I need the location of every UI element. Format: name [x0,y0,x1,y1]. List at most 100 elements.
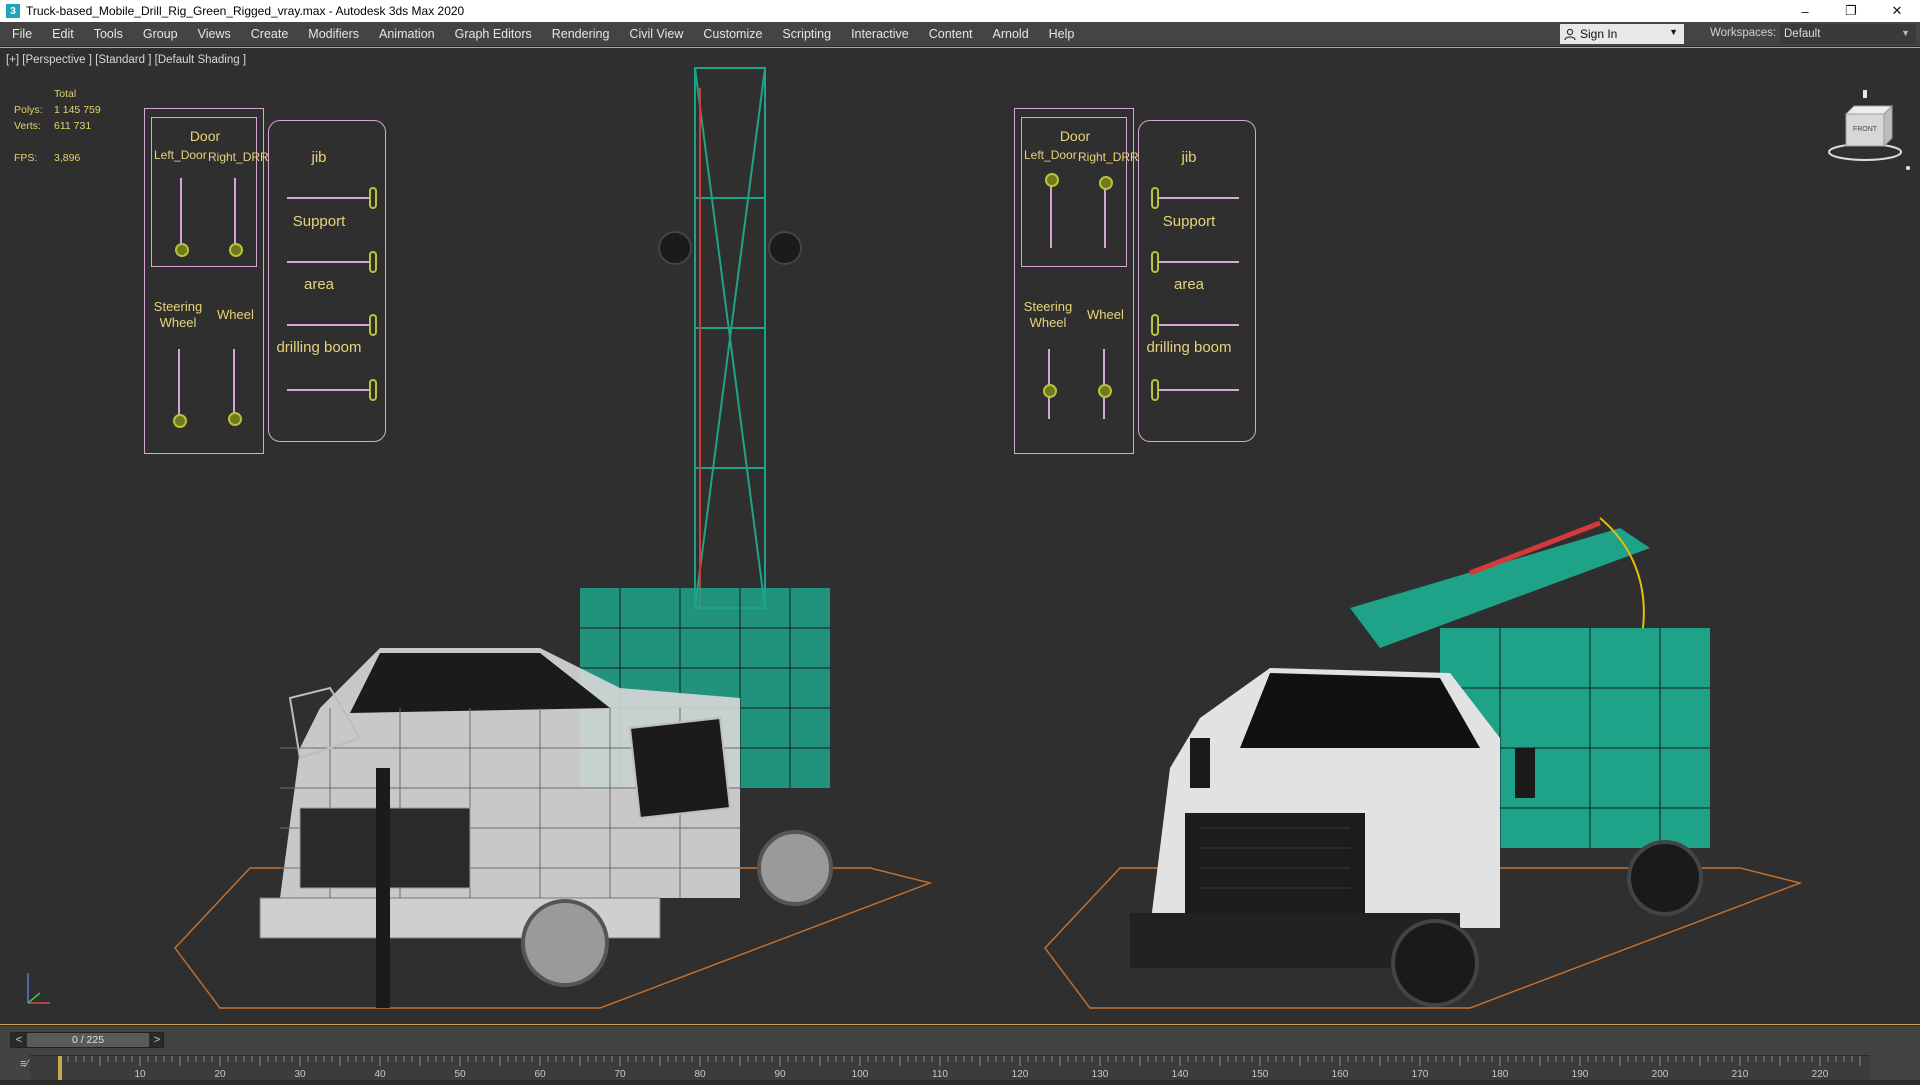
support-slider-track [287,261,369,263]
time-next-button[interactable]: > [149,1033,165,1047]
timeline-label: 180 [1492,1069,1509,1080]
time-prev-button[interactable]: < [11,1033,27,1047]
area-slider-handle[interactable] [1151,314,1159,336]
menu-arnold[interactable]: Arnold [983,27,1039,41]
workspaces-label: Workspaces: [1710,27,1777,39]
left-door-label: Left_Door [1024,148,1077,162]
viewport-label[interactable]: [+] [Perspective ] [Standard ] [Default … [6,54,246,66]
steering-wheel-label: Steering Wheel [1023,299,1073,331]
jib-slider-handle[interactable] [1151,187,1159,209]
minimize-button[interactable]: – [1782,0,1828,22]
support-slider-handle[interactable] [369,251,377,273]
wheel-slider-handle[interactable] [1098,384,1112,398]
menu-create[interactable]: Create [241,27,299,41]
time-slider[interactable]: < 0 / 225 > [10,1032,164,1048]
rig-control-panel-boom-right: jib Support area drilling boom [1138,120,1256,442]
menu-content[interactable]: Content [919,27,983,41]
door-panel-frame: Door Left_Door Right_DRR [1021,117,1139,267]
timeline-label: 120 [1012,1069,1029,1080]
wheel-slider-handle[interactable] [228,412,242,426]
drilling-boom-label: drilling boom [276,339,362,356]
menu-customize[interactable]: Customize [693,27,772,41]
menu-graph-editors[interactable]: Graph Editors [445,27,542,41]
left-door-slider-track [180,178,182,248]
support-label: Support [292,213,346,230]
current-frame-marker [58,1056,62,1080]
polys-label: Polys: [14,104,43,116]
sign-in-dropdown[interactable]: Sign In ▼ [1560,24,1684,44]
menu-group[interactable]: Group [133,27,188,41]
right-door-label: Right_DRR [1078,150,1139,164]
menu-civil-view[interactable]: Civil View [619,27,693,41]
steering-label-line-2: Wheel [159,315,197,330]
wheel-slider-track [233,349,235,419]
left-door-slider-handle[interactable] [1045,173,1059,187]
support-slider-track [1157,261,1239,263]
wheel-label: Wheel [217,307,254,322]
timeline-label: 10 [134,1069,146,1080]
window-title: Truck-based_Mobile_Drill_Rig_Green_Rigge… [26,4,465,18]
menu-rendering[interactable]: Rendering [542,27,620,41]
right-door-slider-handle[interactable] [1099,176,1113,190]
user-icon [1564,28,1576,41]
rig-control-panel-door-right: Door Left_Door Right_DRR Steering Wheel … [1014,108,1139,454]
left-rig-body [259,588,833,1008]
perspective-viewport[interactable]: Door Left_Door Right_DRR Steering Wheel … [0,47,1920,1025]
menu-edit[interactable]: Edit [42,27,84,41]
right-rig-body [1130,517,1710,1007]
menu-animation[interactable]: Animation [369,27,445,41]
viewcube-face-label: FRONT [1852,126,1878,133]
window-title-bar: 3 Truck-based_Mobile_Drill_Rig_Green_Rig… [0,0,1920,22]
stats-header: Total [54,88,77,100]
close-button[interactable]: ✕ [1874,0,1920,22]
curve-editor-button[interactable]: ≡⁄ [20,1058,28,1070]
right-door-slider-handle[interactable] [229,243,243,257]
door-title: Door [189,128,221,144]
menu-tools[interactable]: Tools [84,27,133,41]
menu-interactive[interactable]: Interactive [841,27,919,41]
right-door-label: Right_DRR [208,150,269,164]
timeline-label: 70 [614,1069,626,1080]
viewport-statistics: Total Polys: 1 145 759 Verts: 611 731 FPS:… [14,86,101,166]
timeline-label: 210 [1732,1069,1749,1080]
timeline-label: 20 [214,1069,226,1080]
fps-label: FPS: [14,152,38,164]
right-door-slider-track [234,178,236,248]
steering-slider-handle[interactable] [173,414,187,428]
menu-file[interactable]: File [0,27,42,41]
left-door-slider-handle[interactable] [175,243,189,257]
steering-slider-handle[interactable] [1043,384,1057,398]
timeline-label: 80 [694,1069,706,1080]
menu-help[interactable]: Help [1039,27,1085,41]
menu-views[interactable]: Views [188,27,241,41]
jib-slider-handle[interactable] [369,187,377,209]
timeline-track[interactable]: 10 20 30 40 50 60 70 80 90 100 110 120 130 140 150 160 1… [30,1055,1870,1080]
drilling-boom-slider-handle[interactable] [369,379,377,401]
timeline-label: 100 [852,1069,869,1080]
left-door-label: Left_Door [154,148,207,162]
steering-wheel-label: Steering Wheel [153,299,203,331]
steering-label-line-1: Steering [153,299,203,314]
chevron-down-icon: ▼ [1901,28,1910,38]
support-label: Support [1162,213,1216,230]
menu-modifiers[interactable]: Modifiers [298,27,369,41]
window-controls: – ❐ ✕ [1782,0,1920,22]
drilling-boom-slider-handle[interactable] [1151,379,1159,401]
rig-control-panel-boom-left: jib Support area drilling boom [268,120,386,442]
area-slider-handle[interactable] [369,314,377,336]
area-slider-track [287,324,369,326]
timeline-label: 110 [932,1069,948,1080]
sign-in-label: Sign In [1580,27,1618,41]
steering-slider-track [178,349,180,419]
timeline-label: 150 [1252,1069,1269,1080]
drilling-boom-label: drilling boom [1146,339,1232,356]
menu-bar: File Edit Tools Group Views Create Modif… [0,22,1920,47]
area-label: area [1173,276,1205,293]
support-slider-handle[interactable] [1151,251,1159,273]
viewcube[interactable]: FRONT [1820,84,1910,179]
time-slider-handle[interactable]: 0 / 225 [27,1033,149,1047]
workspaces-select[interactable]: Default ▼ [1780,24,1916,44]
restore-button[interactable]: ❐ [1828,0,1874,22]
menu-scripting[interactable]: Scripting [772,27,841,41]
polys-value: 1 145 759 [54,104,101,116]
